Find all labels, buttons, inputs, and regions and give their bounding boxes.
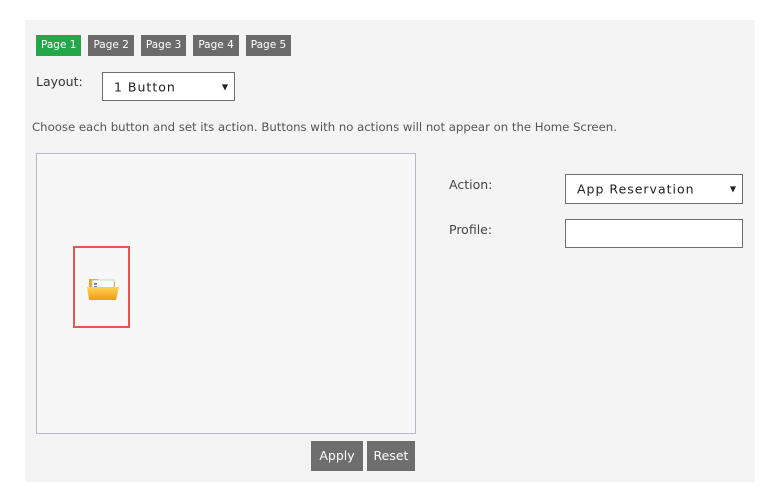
action-label: Action: xyxy=(449,177,493,192)
tab-page-3[interactable]: Page 3 xyxy=(140,35,187,56)
folder-icon xyxy=(87,279,119,300)
action-select-value: App Reservation xyxy=(577,181,695,197)
tab-page-5[interactable]: Page 5 xyxy=(245,35,292,56)
tab-page-1[interactable]: Page 1 xyxy=(36,35,82,56)
profile-input[interactable] xyxy=(565,219,743,248)
action-select[interactable]: App Reservation ▼ xyxy=(565,174,743,204)
instructions-text: Choose each button and set its action. B… xyxy=(32,120,617,134)
page-tabs: Page 1 Page 2 Page 3 Page 4 Page 5 xyxy=(36,35,292,56)
reset-button[interactable]: Reset xyxy=(367,441,415,471)
dropdown-arrow-icon: ▼ xyxy=(729,184,736,194)
tab-page-2[interactable]: Page 2 xyxy=(88,35,134,56)
tab-page-4[interactable]: Page 4 xyxy=(193,35,239,56)
layout-select[interactable]: 1 Button ▼ xyxy=(102,72,235,101)
layout-label: Layout: xyxy=(36,74,83,89)
layout-select-value: 1 Button xyxy=(114,79,176,94)
home-button-slot[interactable] xyxy=(73,246,130,328)
button-layout-canvas xyxy=(36,153,416,434)
home-screen-settings-panel: Page 1 Page 2 Page 3 Page 4 Page 5 Layou… xyxy=(25,20,755,482)
apply-button[interactable]: Apply xyxy=(311,441,363,471)
profile-label: Profile: xyxy=(449,222,493,237)
dropdown-arrow-icon: ▼ xyxy=(221,82,228,91)
